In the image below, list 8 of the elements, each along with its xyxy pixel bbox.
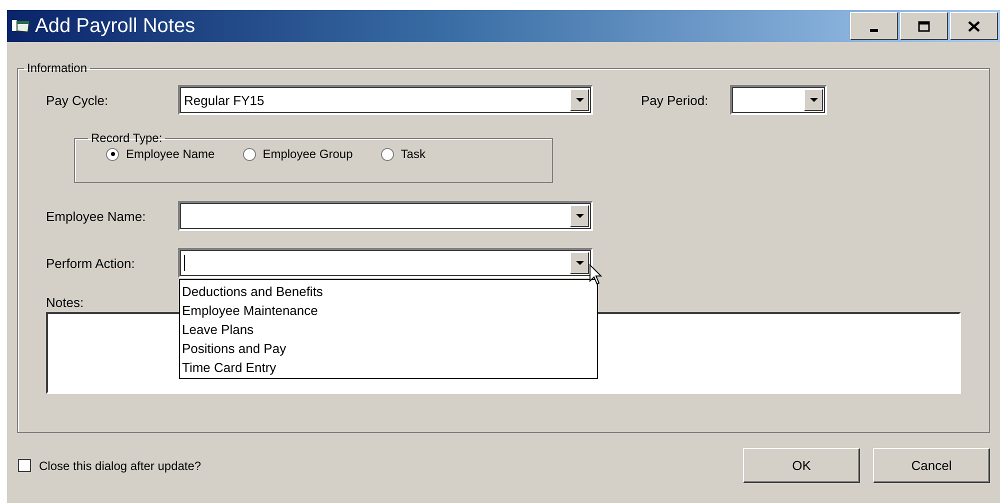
window-title: Add Payroll Notes (35, 14, 196, 38)
group-label: Information (26, 61, 88, 75)
group-label: Record Type: (90, 131, 164, 145)
field-label: Employee Name: (46, 208, 147, 224)
field-label: Pay Period: (641, 92, 708, 108)
field-label: Pay Cycle: (46, 92, 110, 108)
field-label: Notes: (46, 295, 85, 310)
field-label: Perform Action: (46, 256, 136, 270)
